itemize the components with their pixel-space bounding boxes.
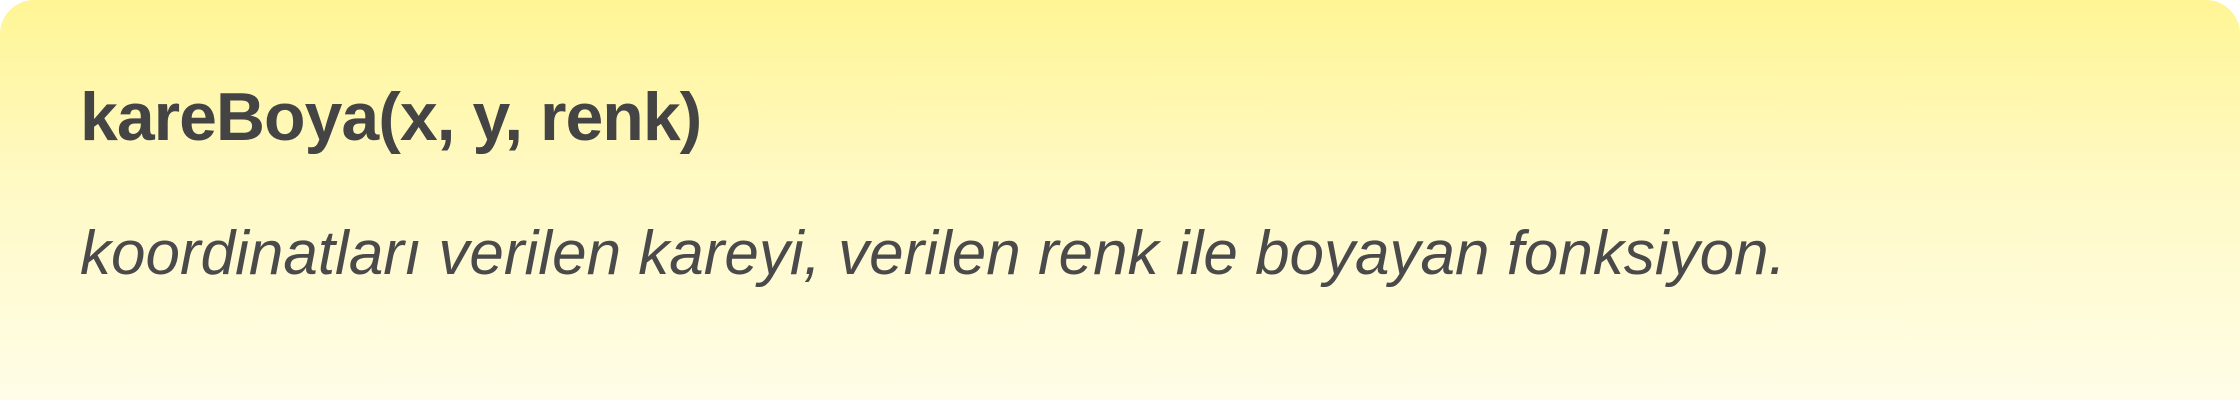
function-description: koordinatları verilen kareyi, verilen re… xyxy=(80,219,1786,288)
function-card: kareBoya(x, y, renk) koordinatları veril… xyxy=(0,0,2240,400)
function-signature: kareBoya(x, y, renk) xyxy=(80,79,702,155)
